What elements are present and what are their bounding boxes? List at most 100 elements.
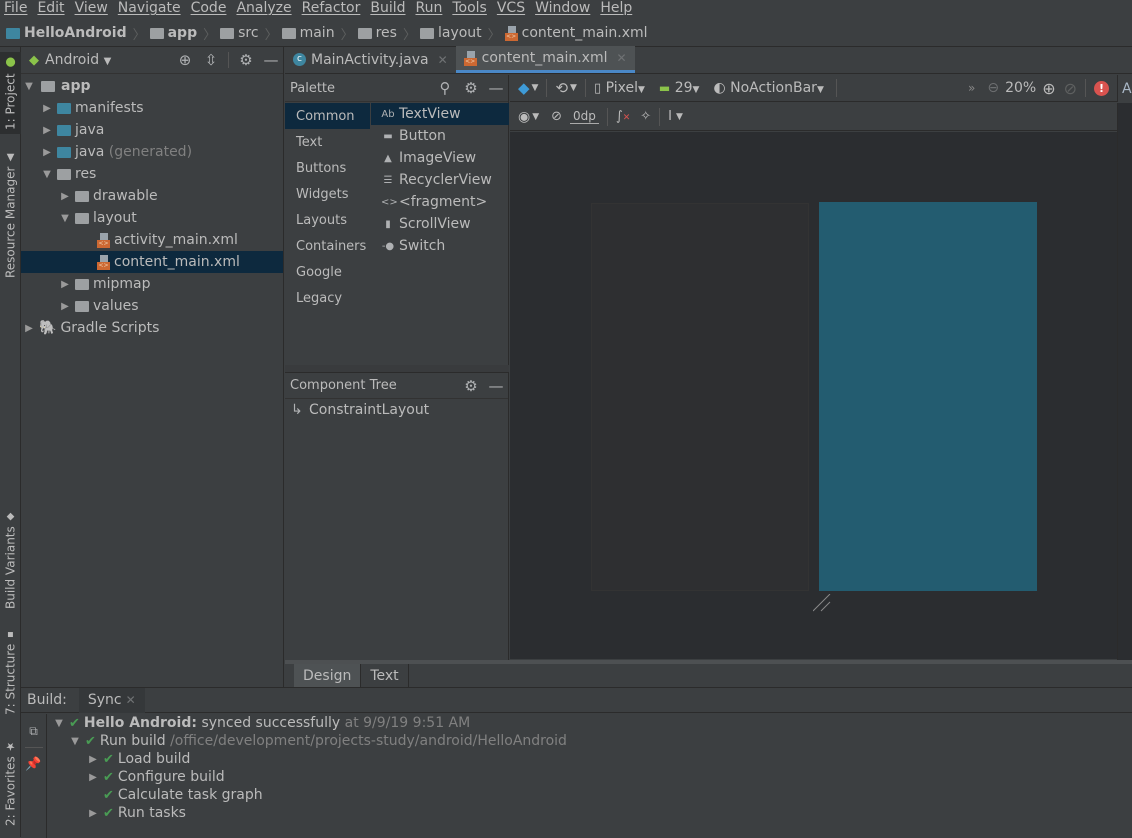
palette-category-widgets[interactable]: Widgets (285, 181, 370, 207)
expand-arrow-icon[interactable]: ▼ (69, 736, 81, 747)
tree-item-content-main[interactable]: content_main.xml (21, 251, 283, 273)
tab-sync[interactable]: Sync ✕ (78, 687, 145, 713)
collapse-arrow-icon[interactable]: ▶ (87, 808, 99, 819)
tree-item-values[interactable]: ▶ values (21, 295, 283, 317)
menu-edit[interactable]: Edit (37, 0, 64, 16)
tree-item-java-generated[interactable]: ▶ java (generated) (21, 141, 283, 163)
tree-item-gradle-scripts[interactable]: ▶ 🐘 Gradle Scripts (21, 317, 283, 339)
dropdown-arrow-icon[interactable]: ▼ (532, 83, 539, 93)
collapse-arrow-icon[interactable]: ▶ (41, 147, 53, 158)
palette-item-recyclerview[interactable]: ☰ RecyclerView (371, 169, 509, 191)
menu-view[interactable]: View (75, 0, 108, 16)
tab-content-main-xml[interactable]: content_main.xml✕ (455, 46, 635, 73)
build-row-sync[interactable]: ▼ ✔ Hello Android: synced successfully at … (53, 714, 567, 732)
autoconnect-off-icon[interactable]: ⊘ (551, 109, 562, 124)
clear-constraints-icon[interactable]: ∫✕ (616, 109, 630, 124)
menu-window[interactable]: Window (535, 0, 590, 16)
menu-analyze[interactable]: Analyze (236, 0, 291, 16)
close-tab-icon[interactable]: ✕ (126, 693, 136, 707)
palette-item-fragment[interactable]: <> <fragment> (371, 191, 509, 213)
tool-tab-resource-manager[interactable]: Resource Manager ▲ (0, 145, 21, 285)
device-selector[interactable]: ▯ Pixel▼ (594, 80, 645, 96)
close-tab-icon[interactable]: ✕ (616, 51, 626, 65)
minimize-icon[interactable]: — (484, 79, 508, 97)
collapse-arrow-icon[interactable]: ▶ (59, 279, 71, 290)
eye-icon[interactable]: ◉ (518, 109, 530, 125)
orientation-icon[interactable]: ⟲ (555, 79, 568, 97)
palette-category-buttons[interactable]: Buttons (285, 155, 370, 181)
component-constraintlayout[interactable]: ↳ ConstraintLayout (285, 399, 508, 421)
attributes-panel-tab[interactable]: A (1117, 75, 1132, 102)
menu-tools[interactable]: Tools (452, 0, 487, 16)
crumb-layout[interactable]: layout (419, 25, 482, 41)
build-row-run-tasks[interactable]: ▶ ✔ Run tasks (53, 804, 567, 822)
tool-tab-project[interactable]: 1: Project ● (0, 52, 21, 134)
search-icon[interactable]: ⚲ (432, 79, 458, 97)
toggle-view-icon[interactable]: ⧉ (21, 718, 46, 744)
expand-arrow-icon[interactable]: ▼ (59, 213, 71, 224)
tree-item-drawable[interactable]: ▶ drawable (21, 185, 283, 207)
expand-arrow-icon[interactable]: ▼ (23, 81, 35, 92)
tab-text[interactable]: Text (361, 664, 409, 687)
blueprint-view-frame[interactable] (819, 202, 1037, 591)
tree-item-layout[interactable]: ▼ layout (21, 207, 283, 229)
crumb-project[interactable]: HelloAndroid (6, 25, 127, 41)
design-view-frame[interactable] (591, 203, 809, 591)
collapse-arrow-icon[interactable]: ▶ (23, 323, 35, 334)
infer-constraints-icon[interactable]: ✧ (640, 109, 651, 124)
menu-refactor[interactable]: Refactor (302, 0, 361, 16)
gear-icon[interactable]: ⚙ (458, 377, 484, 395)
guidelines-icon[interactable]: Ⅰ (668, 109, 672, 124)
minimize-icon[interactable]: — (484, 377, 508, 395)
palette-item-imageview[interactable]: ▲ ImageView (371, 147, 509, 169)
collapse-arrow-icon[interactable]: ▶ (59, 191, 71, 202)
dropdown-arrow-icon[interactable]: ▼ (532, 112, 539, 122)
tool-tab-structure[interactable]: 7: Structure ▪ (0, 627, 21, 717)
error-icon[interactable]: ! (1094, 80, 1109, 96)
crumb-main[interactable]: main (281, 25, 335, 41)
tree-item-java[interactable]: ▶ java (21, 119, 283, 141)
tab-design[interactable]: Design (294, 664, 362, 687)
expand-arrow-icon[interactable]: ▼ (41, 169, 53, 180)
close-tab-icon[interactable]: ✕ (438, 53, 448, 67)
crumb-res[interactable]: res (357, 25, 397, 41)
locate-file-icon[interactable]: ⊕ (172, 51, 198, 69)
tool-tab-favorites[interactable]: 2: Favorites ★ (0, 737, 21, 829)
palette-category-layouts[interactable]: Layouts (285, 207, 370, 233)
build-row-configure-build[interactable]: ▶ ✔ Configure build (53, 768, 567, 786)
default-margin-field[interactable]: 0dp (570, 109, 599, 124)
zoom-out-icon[interactable]: ⊖ (987, 80, 999, 96)
tree-item-activity-main[interactable]: activity_main.xml (21, 229, 283, 251)
tree-item-mipmap[interactable]: ▶ mipmap (21, 273, 283, 295)
menu-file[interactable]: File (4, 0, 27, 16)
zoom-to-fit-icon[interactable]: ⊘ (1064, 79, 1077, 98)
build-row-run-build[interactable]: ▼ ✔ Run build /office/development/projects… (53, 732, 567, 750)
menu-vcs[interactable]: VCS (497, 0, 525, 16)
design-surface-icon[interactable]: ◆ (518, 79, 530, 97)
palette-item-switch[interactable]: -● Switch (371, 235, 509, 257)
pin-icon[interactable]: 📌 (21, 751, 46, 777)
theme-selector[interactable]: ◐ NoActionBar▼ (713, 80, 823, 96)
collapse-arrow-icon[interactable]: ▶ (41, 125, 53, 136)
tree-item-res[interactable]: ▼ res (21, 163, 283, 185)
collapse-arrow-icon[interactable]: ▶ (59, 301, 71, 312)
menu-build[interactable]: Build (370, 0, 405, 16)
minimize-icon[interactable]: — (259, 51, 283, 69)
zoom-in-icon[interactable]: ⊕ (1042, 79, 1055, 98)
palette-category-containers[interactable]: Containers (285, 233, 370, 259)
resize-handle-icon[interactable] (812, 593, 831, 612)
collapse-arrow-icon[interactable]: ▶ (87, 754, 99, 765)
design-canvas[interactable] (510, 132, 1117, 659)
tool-tab-build-variants[interactable]: Build Variants ◆ (0, 505, 21, 615)
collapse-all-icon[interactable]: ⇳ (198, 51, 224, 69)
palette-item-textview[interactable]: Ab TextView (371, 103, 509, 125)
gear-icon[interactable]: ⚙ (233, 51, 259, 69)
expand-arrow-icon[interactable]: ▼ (53, 718, 65, 729)
menu-help[interactable]: Help (600, 0, 632, 16)
palette-category-legacy[interactable]: Legacy (285, 285, 370, 311)
crumb-file[interactable]: content_main.xml (504, 25, 648, 41)
gear-icon[interactable]: ⚙ (458, 79, 484, 97)
collapse-arrow-icon[interactable]: ▶ (41, 103, 53, 114)
dropdown-arrow-icon[interactable]: ▼ (676, 112, 683, 122)
view-selector[interactable]: Android ▼ (45, 52, 111, 68)
